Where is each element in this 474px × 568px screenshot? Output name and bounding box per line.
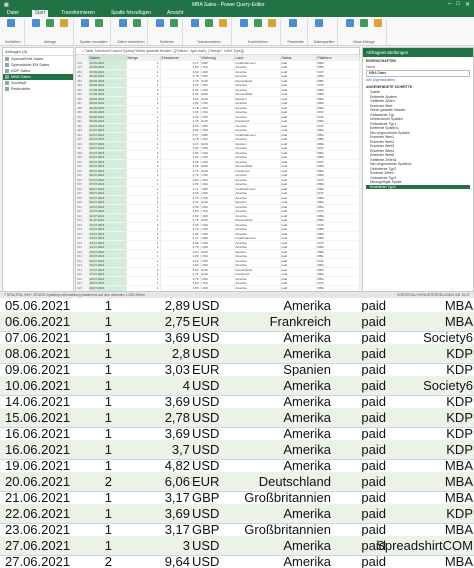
ribbon-button[interactable]	[252, 19, 263, 33]
formula-bar[interactable]: = Table.TransformColumnTypes(#"Höher ges…	[76, 48, 359, 55]
ribbon-button-icon	[239, 19, 248, 27]
platform-cell: MBA	[444, 554, 473, 568]
ribbon-button[interactable]	[358, 19, 369, 33]
zoomed-data-table: 05.06.2021 1 2,89 USD Amerika paid MBA 06.06.20…	[0, 298, 474, 568]
ribbon-button-icon	[359, 19, 368, 27]
applied-steps-header: ANGEWENDETE SCHRITTE	[366, 85, 413, 89]
ribbon-button[interactable]	[203, 19, 214, 33]
ribbon-button[interactable]	[238, 19, 249, 33]
ribbon-button-icon	[155, 19, 164, 27]
currency-cell: USD	[192, 554, 220, 568]
ribbon-button[interactable]	[94, 19, 105, 33]
ribbon-group: Kombinieren	[235, 19, 282, 45]
properties-header: EIGENSCHAFTEN	[366, 59, 396, 63]
power-query-window: ▦ MBA Sales - Power Query-Editor – □ ✕ D…	[0, 0, 474, 298]
applied-step[interactable]: Erweiterter Typ3	[366, 184, 470, 189]
title-bar: ▦ MBA Sales - Power Query-Editor – □ ✕	[0, 0, 474, 9]
ribbon-tab[interactable]: Transformieren	[58, 10, 98, 17]
ribbon-button[interactable]	[314, 19, 325, 33]
ribbon-button[interactable]	[189, 19, 200, 33]
ribbon-button[interactable]	[31, 19, 42, 33]
ribbon-group: Zeilen reduzieren	[114, 19, 149, 45]
ribbon-button-icon	[315, 19, 324, 27]
ribbon-group: Neue Abfrage	[341, 19, 388, 45]
ribbon-tab[interactable]: Datei	[4, 10, 22, 17]
ribbon-button-icon	[267, 19, 276, 27]
ribbon-button[interactable]	[5, 19, 16, 33]
ribbon-button[interactable]	[217, 19, 228, 33]
table-row: 27.06.2021 2 9,64 USD Amerika paid MBA	[0, 552, 474, 568]
ribbon-button[interactable]	[154, 19, 165, 33]
ribbon-button[interactable]	[287, 19, 298, 33]
ribbon-button-icon	[218, 19, 227, 27]
ribbon-group: Transformieren	[186, 19, 233, 45]
ribbon-button-icon	[345, 19, 354, 27]
date-cell: 27.06.2021	[5, 554, 71, 568]
queries-pane: Abfragen [6] SpreadShirt Sales Spreadshir…	[2, 47, 74, 292]
ribbon-button[interactable]	[131, 19, 142, 33]
queries-header: Abfragen [6]	[3, 48, 73, 56]
ribbon-button[interactable]	[59, 19, 70, 33]
app-icon: ▦	[4, 1, 9, 8]
window-title: MBA Sales - Power Query-Editor	[191, 1, 265, 8]
ribbon-button-icon	[204, 19, 213, 27]
ribbon-button[interactable]	[266, 19, 277, 33]
ribbon-button-icon	[81, 19, 90, 27]
ribbon-button[interactable]	[80, 19, 91, 33]
ribbon-button-icon	[169, 19, 178, 27]
close-icon[interactable]: ✕	[465, 1, 470, 8]
ribbon-button[interactable]	[168, 19, 179, 33]
ribbon-button-icon	[190, 19, 199, 27]
ribbon-button-icon	[253, 19, 262, 27]
ribbon-tab[interactable]: Start	[31, 10, 49, 17]
status-cell: paid	[361, 554, 386, 568]
maximize-icon[interactable]: □	[456, 1, 460, 8]
ribbon-button[interactable]	[372, 19, 383, 33]
ribbon-button-icon	[6, 19, 15, 27]
value-cell: 9,64	[164, 554, 190, 568]
minimize-icon[interactable]: –	[448, 1, 451, 8]
ribbon-button-icon	[118, 19, 127, 27]
ribbon-group: Schließen	[2, 19, 25, 45]
query-name-input[interactable]: MBA Sales	[366, 70, 470, 77]
ribbon-group: Spalten verwalten	[77, 19, 112, 45]
ribbon-button[interactable]	[117, 19, 128, 33]
ribbon-tab[interactable]: Spalte hinzufügen	[108, 10, 154, 17]
ribbon-tabs: Datei Start Transformieren Spalte hinzufüge…	[0, 9, 474, 17]
ribbon-group: Parameter	[284, 19, 308, 45]
ribbon-button-icon	[60, 19, 69, 27]
ribbon-button-icon	[373, 19, 382, 27]
ribbon-button[interactable]	[344, 19, 355, 33]
ribbon-group: Datenquellen	[311, 19, 339, 45]
ribbon-button-icon	[32, 19, 41, 27]
ribbon-button-icon	[288, 19, 297, 27]
ribbon-tab[interactable]: Ansicht	[164, 10, 186, 17]
ribbon-button-icon	[95, 19, 104, 27]
ribbon-button-icon	[46, 19, 55, 27]
query-settings-pane: Abfrageeinstellungen EIGENSCHAFTEN Name …	[362, 47, 474, 292]
ribbon: Schließen Abfrage Spalten verwalten Zeilen …	[0, 17, 474, 46]
data-grid[interactable]: = Table.TransformColumnTypes(#"Höher ges…	[75, 47, 360, 295]
status-bar: 7 SPALTEN, 999+ ZEILEN Spaltenprofilerst…	[0, 291, 474, 298]
ribbon-button[interactable]	[45, 19, 56, 33]
ribbon-group: Abfrage	[28, 19, 74, 45]
query-item[interactable]: Redbubble	[3, 86, 73, 92]
settings-title: Abfrageeinstellungen	[363, 48, 473, 57]
ribbon-button-icon	[132, 19, 141, 27]
ribbon-group: Sortieren	[151, 19, 184, 45]
quantity-cell: 2	[104, 554, 112, 568]
country-cell: Amerika	[283, 554, 331, 568]
